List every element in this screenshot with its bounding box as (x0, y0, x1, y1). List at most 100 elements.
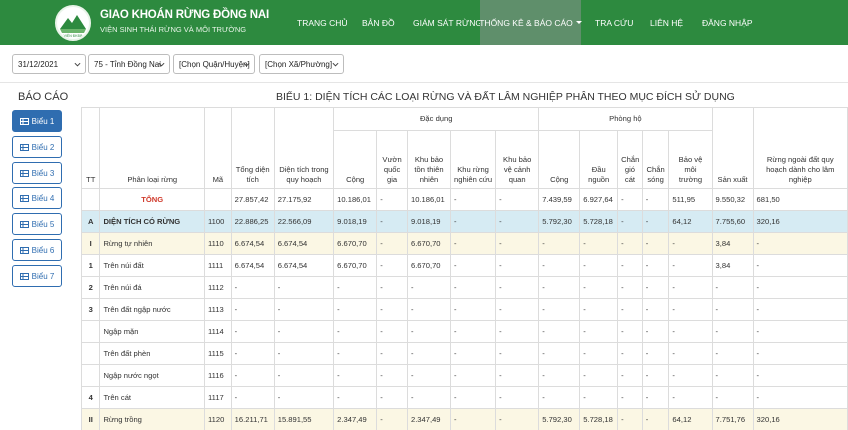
cell-ma: 1112 (204, 276, 232, 299)
cell-phc: - (538, 342, 581, 365)
cell-knc: - (450, 210, 497, 233)
cell-kcq: - (495, 232, 540, 255)
cell-vqg: - (376, 386, 408, 409)
sidebar-item-bieu-5[interactable]: Biểu 5 (12, 213, 62, 235)
table-icon (19, 220, 29, 228)
cell-phc: 7.439,59 (538, 188, 581, 211)
cell-nq: 681,50 (752, 188, 848, 211)
site-title[interactable]: GIAO KHOÁN RỪNG ĐỒNG NAI (100, 9, 269, 21)
cell-nq: 320,16 (752, 210, 848, 233)
sidebar-item-bieu-3[interactable]: Biểu 3 (12, 162, 62, 184)
cell-nq: 320,16 (752, 408, 848, 430)
ward-select-value: [Chọn Xã/Phường] (265, 59, 333, 69)
cell-sx: - (711, 276, 754, 299)
chevron-down-icon (332, 62, 339, 67)
col-header-khu-rung-nghien-cuu: Khu rừng nghiên cứu (450, 130, 497, 189)
cell-nq: - (752, 276, 848, 299)
cell-ma: 1110 (204, 232, 232, 255)
cell-phc: - (538, 254, 581, 277)
nav-login[interactable]: ĐĂNG NHẬP (702, 0, 753, 45)
cell-cg: - (617, 276, 643, 299)
date-select[interactable]: 31/12/2021 (12, 54, 86, 74)
nav-forest-monitoring[interactable]: GIÁM SÁT RỪNG (413, 0, 482, 45)
table-icon (19, 143, 29, 151)
col-header-ph-cong: Cộng (538, 130, 581, 189)
cell-vqg: - (376, 232, 408, 255)
col-header-chan-gio-cat: Chắn gió cát (617, 130, 643, 189)
table-icon (19, 169, 29, 177)
cell-dn: - (579, 342, 619, 365)
province-select-value: 75 - Tỉnh Đồng Nai (94, 59, 161, 69)
sidebar-item-bieu-2[interactable]: Biểu 2 (12, 136, 62, 158)
cell-qh: - (273, 342, 335, 365)
cell-kcq: - (495, 276, 540, 299)
nav-lookup[interactable]: TRA CỨU (595, 0, 633, 45)
cell-cg: - (617, 210, 643, 233)
cell-tt: 1 (81, 254, 101, 277)
site-logo[interactable]: VIỆN ĐKĐB (55, 5, 91, 41)
cell-knc: - (450, 188, 497, 211)
table-icon (19, 272, 29, 280)
cell-cs: - (641, 386, 670, 409)
cell-bv: - (668, 320, 713, 343)
sidebar-item-bieu-7[interactable]: Biểu 7 (12, 265, 62, 287)
col-header-tt: TT (81, 107, 101, 189)
group-header-dac-dung: Đặc dụng (333, 107, 540, 131)
sidebar-item-bieu-1[interactable]: Biểu 1 (12, 110, 62, 132)
cell-ma: 1114 (204, 320, 232, 343)
date-select-value: 31/12/2021 (18, 59, 59, 69)
cell-phan-loai: Ngập mặn (99, 320, 206, 343)
table-icon (19, 246, 29, 254)
cell-sx: - (711, 386, 754, 409)
cell-phc: - (538, 364, 581, 387)
cell-qh: 27.175,92 (273, 188, 335, 211)
cell-tt: 4 (81, 386, 101, 409)
cell-phan-loai: TỔNG (99, 188, 206, 211)
cell-knc: - (450, 298, 497, 321)
cell-sx: - (711, 342, 754, 365)
cell-phc: - (538, 298, 581, 321)
nav-map-label: BẢN ĐỒ (362, 17, 395, 28)
logo-text: VIỆN ĐKĐB (64, 33, 84, 38)
col-header-khu-bao-ton: Khu bảo tồn thiên nhiên (406, 130, 452, 189)
cell-qh: - (273, 364, 335, 387)
col-header-dau-nguon: Đầu nguồn (579, 130, 619, 189)
cell-qh: - (273, 320, 335, 343)
cell-knc: - (450, 320, 497, 343)
cell-bv: - (668, 232, 713, 255)
report-table-container[interactable]: TT Phân loại rừng Mã Tổng diện tích Diện… (81, 107, 848, 430)
cell-cg: - (617, 188, 643, 211)
province-select[interactable]: 75 - Tỉnh Đồng Nai (88, 54, 170, 74)
cell-knc: - (450, 408, 497, 430)
nav-home[interactable]: TRANG CHỦ (297, 0, 348, 45)
cell-bv: - (668, 276, 713, 299)
col-header-khu-bao-ve-canh-quan: Khu bảo vệ cảnh quan (495, 130, 540, 189)
cell-ma: 1100 (204, 210, 232, 233)
cell-phc: 5.792,30 (538, 210, 581, 233)
sidebar-item-bieu-4[interactable]: Biểu 4 (12, 187, 62, 209)
cell-ma (204, 188, 232, 211)
nav-statistics-reports[interactable]: THỐNG KÊ & BÁO CÁO (479, 0, 582, 45)
cell-tt: 3 (81, 298, 101, 321)
ward-select[interactable]: [Chọn Xã/Phường] (259, 54, 344, 74)
nav-statistics-reports-label: THỐNG KÊ & BÁO CÁO (479, 17, 573, 28)
cell-vqg: - (376, 188, 408, 211)
cell-ma: 1111 (204, 254, 232, 277)
sidebar-item-bieu-6[interactable]: Biểu 6 (12, 239, 62, 261)
cell-qh: 15.891,55 (273, 408, 335, 430)
cell-ddc: 10.186,01 (333, 188, 378, 211)
nav-contact[interactable]: LIÊN HỆ (650, 0, 683, 45)
chevron-down-icon (243, 62, 250, 67)
cell-nq: - (752, 364, 848, 387)
caret-down-icon (575, 21, 582, 24)
nav-home-label: TRANG CHỦ (297, 17, 348, 28)
cell-ddc: 9.018,19 (333, 210, 378, 233)
cell-tong: 16.211,71 (230, 408, 275, 430)
cell-dn: - (579, 364, 619, 387)
cell-cg: - (617, 298, 643, 321)
district-select[interactable]: [Chọn Quận/Huyện] (173, 54, 255, 74)
cell-qh: - (273, 298, 335, 321)
cell-tt: A (81, 210, 101, 233)
cell-cs: - (641, 232, 670, 255)
nav-map[interactable]: BẢN ĐỒ (362, 0, 395, 45)
